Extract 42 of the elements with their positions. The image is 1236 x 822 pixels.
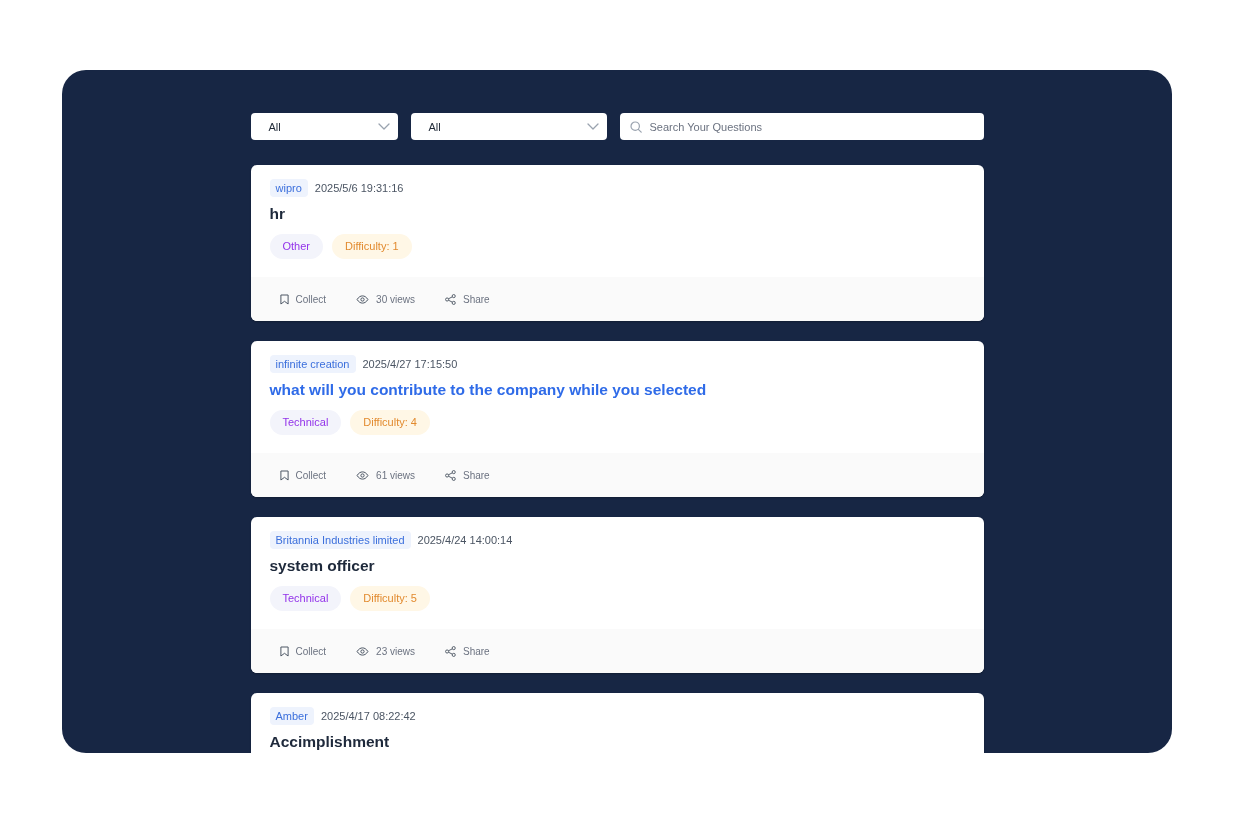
difficulty-tag: Difficulty: 4 <box>350 410 430 435</box>
category-tag: Technical <box>269 586 342 611</box>
question-title[interactable]: what will you contribute to the company while you selected <box>269 379 707 401</box>
bookmark-icon <box>279 469 289 481</box>
chevron-down-icon <box>586 123 599 130</box>
share-icon <box>445 293 456 305</box>
collect-button[interactable]: Collect <box>295 645 327 657</box>
bookmark-icon <box>279 645 289 657</box>
date-text: 2025/4/17 08:22:42 <box>320 710 416 722</box>
difficulty-tag: Difficulty: 1 <box>332 234 412 259</box>
chevron-down-icon <box>377 123 390 130</box>
company-tag: infinite creation <box>269 355 356 373</box>
question-title[interactable]: Accimplishment <box>269 731 390 753</box>
eye-icon <box>356 294 370 304</box>
share-button[interactable]: Share <box>463 293 490 305</box>
filter-select[interactable]: All <box>250 113 398 140</box>
search-icon <box>629 121 642 133</box>
eye-icon <box>356 646 370 656</box>
view-count: 61 views <box>376 469 415 481</box>
share-icon <box>445 469 456 481</box>
question-title[interactable]: hr <box>269 203 285 225</box>
date-text: 2025/4/24 14:00:14 <box>417 534 513 546</box>
question-title[interactable]: system officer <box>269 555 375 577</box>
share-button[interactable]: Share <box>463 469 490 481</box>
date-text: 2025/5/6 19:31:16 <box>314 182 404 194</box>
collect-button[interactable]: Collect <box>295 293 327 305</box>
filter-select[interactable]: All <box>410 113 607 140</box>
collect-button[interactable]: Collect <box>295 469 327 481</box>
company-tag: wipro <box>269 179 308 197</box>
search-field[interactable]: Search Your Questions <box>619 113 984 140</box>
bookmark-icon <box>279 293 289 305</box>
category-tag: Technical <box>269 410 342 435</box>
company-tag: Britannia Industries limited <box>269 531 411 549</box>
company-tag: Amber <box>269 707 314 725</box>
view-count: 30 views <box>376 293 415 305</box>
difficulty-tag: Difficulty: 5 <box>350 586 430 611</box>
date-text: 2025/4/27 17:15:50 <box>362 358 458 370</box>
category-tag: Other <box>269 234 323 259</box>
eye-icon <box>356 470 370 480</box>
view-count: 23 views <box>376 645 415 657</box>
share-button[interactable]: Share <box>463 645 490 657</box>
share-icon <box>445 645 456 657</box>
